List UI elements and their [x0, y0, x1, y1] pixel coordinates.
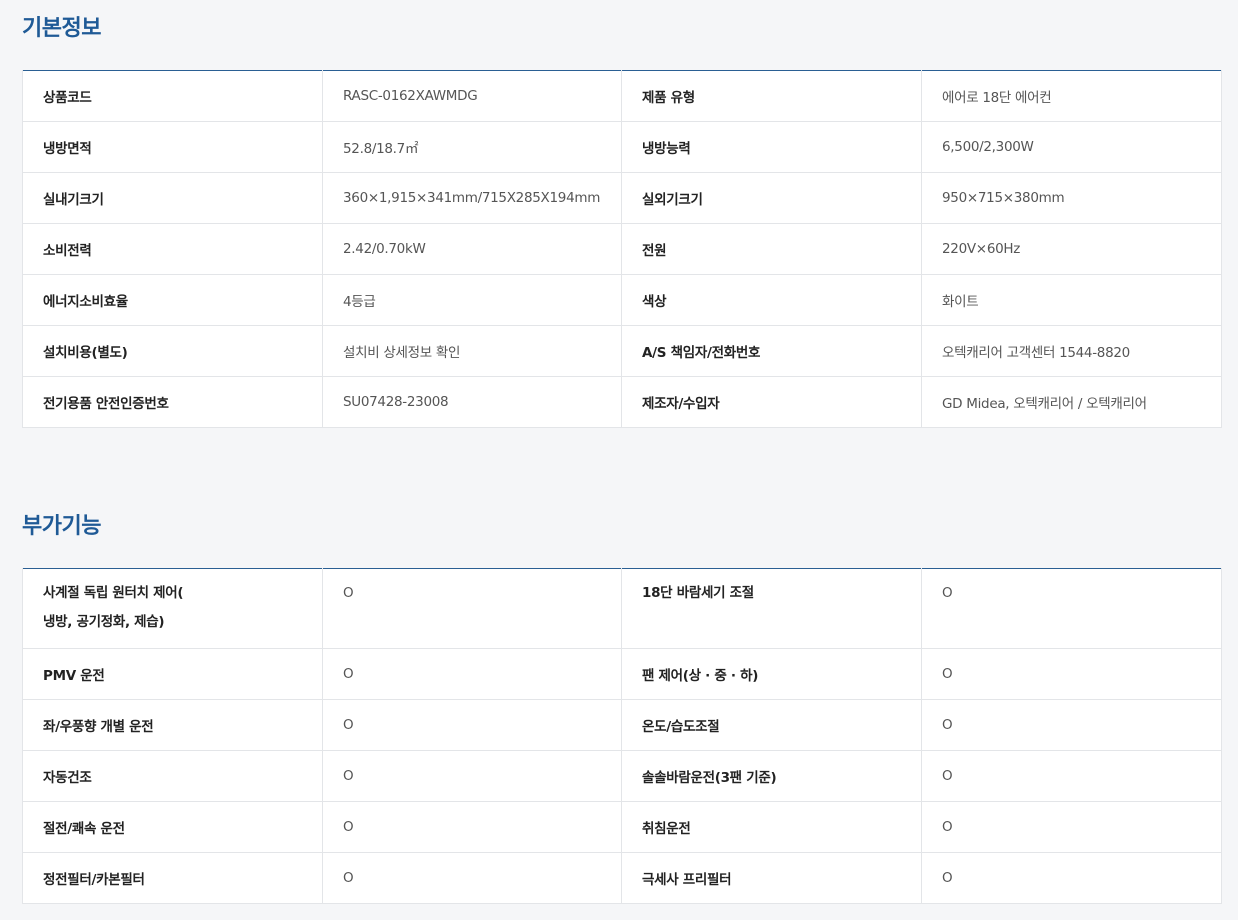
feature-label: 자동건조 [22, 750, 323, 802]
spec-label: 제품 유형 [621, 70, 922, 122]
spec-value: 4등급 [322, 274, 622, 326]
spec-value: 6,500/2,300W [921, 121, 1222, 173]
feature-label-line1: 사계절 독립 원터치 제어( [43, 585, 184, 601]
spec-label: 냉방면적 [22, 121, 323, 173]
feature-value: O [921, 699, 1222, 751]
feature-label: 절전/쾌속 운전 [22, 801, 323, 853]
spec-value: 설치비 상세정보 확인 [322, 325, 622, 377]
table-row: 설치비용(별도) 설치비 상세정보 확인 A/S 책임자/전화번호 오텍캐리어 … [22, 325, 1222, 377]
table-row: 사계절 독립 원터치 제어( 냉방, 공기정화, 제습) O 18단 바람세기 … [22, 568, 1222, 649]
basic-info-table: 상품코드 RASC-0162XAWMDG 제품 유형 에어로 18단 에어컨 냉… [22, 70, 1222, 428]
extra-features-title: 부가기능 [22, 514, 101, 539]
feature-value: O [322, 699, 622, 751]
spec-label: 에너지소비효율 [22, 274, 323, 326]
feature-label: 18단 바람세기 조절 [621, 568, 922, 649]
feature-value: O [921, 750, 1222, 802]
feature-value: O [921, 648, 1222, 700]
spec-label: 전원 [621, 223, 922, 275]
spec-value: 52.8/18.7㎡ [322, 121, 622, 173]
spec-label: 실외기크기 [621, 172, 922, 224]
extra-features-section: 부가기능 사계절 독립 원터치 제어( 냉방, 공기정화, 제습) O 18단 … [22, 512, 1222, 904]
table-row: 소비전력 2.42/0.70kW 전원 220V×60Hz [22, 223, 1222, 275]
table-row: 냉방면적 52.8/18.7㎡ 냉방능력 6,500/2,300W [22, 121, 1222, 173]
feature-label: PMV 운전 [22, 648, 323, 700]
feature-value: O [921, 801, 1222, 853]
table-row: 정전필터/카본필터 O 극세사 프리필터 O [22, 852, 1222, 904]
spec-label: 설치비용(별도) [22, 325, 323, 377]
table-row: 좌/우풍향 개별 운전 O 온도/습도조절 O [22, 699, 1222, 751]
spec-label: 소비전력 [22, 223, 323, 275]
feature-label: 극세사 프리필터 [621, 852, 922, 904]
feature-value: O [322, 801, 622, 853]
spec-value: GD Midea, 오텍캐리어 / 오텍캐리어 [921, 376, 1222, 428]
feature-label: 정전필터/카본필터 [22, 852, 323, 904]
feature-value: O [322, 648, 622, 700]
spec-label: 전기용품 안전인증번호 [22, 376, 323, 428]
spec-value: 오텍캐리어 고객센터 1544-8820 [921, 325, 1222, 377]
table-row: 자동건조 O 솔솔바람운전(3팬 기준) O [22, 750, 1222, 802]
feature-label: 팬 제어(상 · 중 · 하) [621, 648, 922, 700]
spec-label: A/S 책임자/전화번호 [621, 325, 922, 377]
feature-value: O [322, 852, 622, 904]
feature-label: 사계절 독립 원터치 제어( 냉방, 공기정화, 제습) [22, 568, 323, 649]
table-row: 상품코드 RASC-0162XAWMDG 제품 유형 에어로 18단 에어컨 [22, 70, 1222, 122]
spec-label: 색상 [621, 274, 922, 326]
feature-value: O [921, 568, 1222, 649]
spec-value: SU07428-23008 [322, 376, 622, 428]
table-row: PMV 운전 O 팬 제어(상 · 중 · 하) O [22, 648, 1222, 700]
spec-label: 실내기크기 [22, 172, 323, 224]
basic-info-title: 기본정보 [22, 16, 101, 41]
spec-value: 950×715×380mm [921, 172, 1222, 224]
feature-label: 좌/우풍향 개별 운전 [22, 699, 323, 751]
table-row: 절전/쾌속 운전 O 취침운전 O [22, 801, 1222, 853]
feature-value: O [322, 750, 622, 802]
feature-label: 취침운전 [621, 801, 922, 853]
spec-value: 에어로 18단 에어컨 [921, 70, 1222, 122]
spec-label: 제조자/수입자 [621, 376, 922, 428]
spec-value: 220V×60Hz [921, 223, 1222, 275]
spec-label: 상품코드 [22, 70, 323, 122]
spec-value: 2.42/0.70kW [322, 223, 622, 275]
feature-label-line2: 냉방, 공기정화, 제습) [43, 614, 165, 630]
feature-label: 온도/습도조절 [621, 699, 922, 751]
feature-value: O [322, 568, 622, 649]
feature-label: 솔솔바람운전(3팬 기준) [621, 750, 922, 802]
table-row: 실내기크기 360×1,915×341mm/715X285X194mm 실외기크… [22, 172, 1222, 224]
basic-info-section: 기본정보 상품코드 RASC-0162XAWMDG 제품 유형 에어로 18단 … [22, 14, 1222, 428]
spec-label: 냉방능력 [621, 121, 922, 173]
spec-value: 화이트 [921, 274, 1222, 326]
spec-value: 360×1,915×341mm/715X285X194mm [322, 172, 622, 224]
feature-value: O [921, 852, 1222, 904]
extra-features-table: 사계절 독립 원터치 제어( 냉방, 공기정화, 제습) O 18단 바람세기 … [22, 568, 1222, 904]
spec-value: RASC-0162XAWMDG [322, 70, 622, 122]
table-row: 전기용품 안전인증번호 SU07428-23008 제조자/수입자 GD Mid… [22, 376, 1222, 428]
table-row: 에너지소비효율 4등급 색상 화이트 [22, 274, 1222, 326]
